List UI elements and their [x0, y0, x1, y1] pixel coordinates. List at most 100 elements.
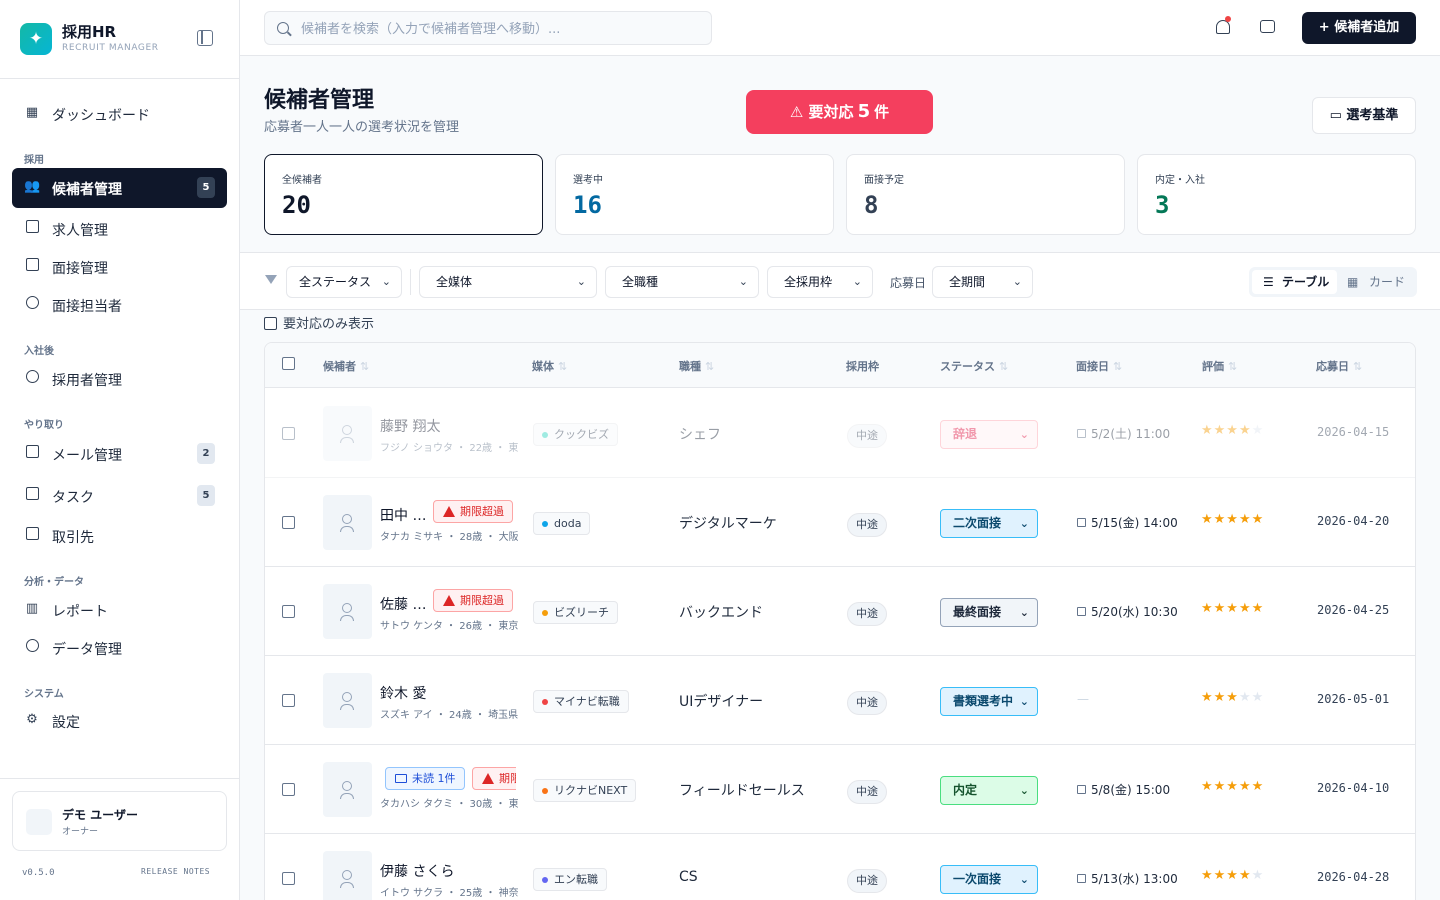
column-header-status[interactable]: ステータス ⇅ — [940, 358, 1008, 374]
job-filter[interactable]: 全職種 ⌄ — [605, 266, 759, 298]
status-select[interactable]: 辞退 ⌄ — [940, 420, 1038, 449]
sort-icon: ⇅ — [705, 360, 715, 373]
table-row[interactable]: 未読 1件 期限超過 タカハシ タクミ ・ 30歳 ・ 東京都 リクナビNEXT… — [265, 745, 1415, 834]
chevron-down-icon: ⌄ — [1019, 873, 1029, 886]
row-checkbox[interactable] — [282, 872, 295, 885]
date-filter[interactable]: 全期間 ⌄ — [932, 266, 1033, 298]
page-title: 候補者管理 — [264, 88, 375, 113]
sidebar-item-reports[interactable]: ▥ レポート — [12, 590, 227, 628]
message-icon[interactable] — [1260, 20, 1275, 33]
interview-date-value: 5/13(水) 13:00 — [1091, 872, 1178, 886]
stat-value: 8 — [864, 191, 879, 219]
sidebar-item-data[interactable]: データ管理 — [12, 628, 227, 666]
calendar-icon — [1077, 607, 1086, 616]
sidebar-toggle-icon[interactable] — [197, 30, 213, 46]
only-required-checkbox[interactable]: 要対応のみ表示 — [264, 313, 374, 332]
building-icon — [24, 527, 40, 543]
column-header-media[interactable]: 媒体 ⇅ — [532, 358, 567, 374]
stat-card-total[interactable]: 全候補者 20 — [264, 154, 543, 235]
rating-stars: ★★★★★ — [1201, 868, 1264, 883]
overdue-badge: 期限超過 — [433, 500, 513, 523]
row-checkbox[interactable] — [282, 605, 295, 618]
stat-card-offer[interactable]: 内定・入社 3 — [1137, 154, 1416, 235]
search-input[interactable] — [301, 19, 701, 39]
status-select[interactable]: 最終面接 ⌄ — [940, 598, 1038, 627]
candidate-name[interactable]: 藤野 翔太 — [380, 416, 440, 436]
media-filter[interactable]: 全媒体 ⌄ — [419, 266, 597, 298]
table-row[interactable]: 伊藤 さくら イトウ サクラ ・ 25歳 ・ 神奈川県 エン転職 CS 中途 一… — [265, 834, 1415, 900]
stat-card-in-progress[interactable]: 選考中 16 — [555, 154, 834, 235]
rating-stars: ★★★★★ — [1201, 512, 1264, 527]
media-dot — [542, 788, 548, 794]
media-label: リクナビNEXT — [554, 784, 628, 797]
table-view-button[interactable]: ☰ テーブル — [1252, 270, 1337, 294]
status-select[interactable]: 内定 ⌄ — [940, 776, 1038, 805]
sidebar-item-label: データ管理 — [52, 642, 122, 658]
checkbox[interactable] — [264, 317, 277, 330]
candidate-meta: フジノ ショウタ ・ 22歳 ・ 東京都 — [380, 443, 518, 454]
card-view-button[interactable]: ▦ カード — [1339, 270, 1414, 294]
interview-date-value: 5/8(金) 15:00 — [1091, 783, 1171, 797]
rating-stars: ★★★★★ — [1201, 601, 1264, 616]
avatar — [323, 762, 372, 817]
action-required-button[interactable]: ⚠ 要対応 5 件 — [746, 90, 933, 134]
status-select[interactable]: 二次面接 ⌄ — [940, 509, 1038, 538]
criteria-button[interactable]: ▭ 選考基準 — [1312, 97, 1416, 134]
candidate-name[interactable]: 田中 … — [380, 505, 426, 525]
row-checkbox[interactable] — [282, 694, 295, 707]
job-title: シェフ — [679, 427, 721, 443]
sidebar-item-hires[interactable]: 採用者管理 — [12, 359, 227, 397]
status-select[interactable]: 書類選考中 ⌄ — [940, 687, 1038, 716]
status-filter[interactable]: 全ステータス ⌄ — [286, 266, 402, 298]
add-candidate-button[interactable]: + 候補者追加 — [1302, 12, 1416, 44]
candidate-name[interactable]: 鈴木 愛 — [380, 683, 426, 703]
media-dot — [542, 610, 548, 616]
column-header-candidate[interactable]: 候補者 ⇅ — [323, 358, 369, 374]
sidebar-item-candidates[interactable]: 👥 候補者管理 5 — [12, 168, 227, 208]
column-header-applied[interactable]: 応募日 ⇅ — [1316, 358, 1362, 374]
chevron-down-icon: ⌄ — [852, 275, 862, 288]
chevron-down-icon: ⌄ — [1019, 695, 1029, 708]
sidebar-item-dashboard[interactable]: ▦ ダッシュボード — [12, 94, 227, 132]
count-badge: 5 — [197, 485, 215, 506]
count-badge: 2 — [197, 443, 215, 464]
sidebar-item-label: 取引先 — [52, 530, 94, 546]
sidebar-item-mail[interactable]: メール管理 2 — [12, 434, 227, 472]
frame-filter[interactable]: 全採用枠 ⌄ — [767, 266, 873, 298]
row-checkbox[interactable] — [282, 516, 295, 529]
sidebar-item-interviewers[interactable]: 面接担当者 — [12, 285, 227, 323]
media-dot — [542, 699, 548, 705]
grid-icon: ▦ — [25, 105, 39, 120]
sidebar-item-jobs[interactable]: 求人管理 — [12, 209, 227, 247]
bell-icon[interactable] — [1216, 16, 1231, 34]
candidate-name[interactable]: 佐藤 … — [380, 594, 426, 614]
release-notes-link[interactable]: RELEASE NOTES — [141, 867, 210, 876]
user-menu[interactable]: デモ ユーザー オーナー — [12, 791, 227, 851]
sidebar-item-settings[interactable]: ⚙ 設定 — [12, 701, 227, 739]
sort-icon: ⇅ — [558, 360, 568, 373]
sidebar-item-clients[interactable]: 取引先 — [12, 516, 227, 554]
table-row[interactable]: 田中 … 期限超過 タナカ ミサキ ・ 28歳 ・ 大阪府 doda デジタルマ… — [265, 478, 1415, 567]
status-select[interactable]: 一次面接 ⌄ — [940, 865, 1038, 894]
table-row[interactable]: 佐藤 … 期限超過 サトウ ケンタ ・ 26歳 ・ 東京都 ビズリーチ バックエ… — [265, 567, 1415, 656]
interview-date: 5/20(水) 10:30 — [1077, 603, 1178, 620]
candidate-name[interactable]: 伊藤 さくら — [380, 861, 454, 881]
select-all-checkbox[interactable] — [282, 357, 295, 370]
sidebar-item-interviews[interactable]: 面接管理 — [12, 247, 227, 285]
divider — [410, 269, 411, 295]
badge-label: 期限超過 — [460, 505, 504, 518]
column-header-job[interactable]: 職種 ⇅ — [679, 358, 714, 374]
table-row[interactable]: 藤野 翔太 フジノ ショウタ ・ 22歳 ・ 東京都 クックビズ シェフ 中途 … — [265, 389, 1415, 478]
column-header-rating[interactable]: 評価 ⇅ — [1202, 358, 1237, 374]
row-checkbox[interactable] — [282, 783, 295, 796]
table-row[interactable]: 鈴木 愛 スズキ アイ ・ 24歳 ・ 埼玉県 マイナビ転職 UIデザイナー 中… — [265, 656, 1415, 745]
calendar-icon — [1077, 874, 1086, 883]
stat-card-interview[interactable]: 面接予定 8 — [846, 154, 1125, 235]
search-box[interactable] — [264, 11, 712, 45]
interview-date: 5/13(水) 13:00 — [1077, 870, 1178, 887]
unread-badge[interactable]: 未読 1件 — [385, 767, 465, 790]
sidebar-item-tasks[interactable]: タスク 5 — [12, 476, 227, 514]
candidates-table: 候補者 ⇅ 媒体 ⇅ 職種 ⇅ 採用枠 ステータス ⇅ 面接日 ⇅ 評価 ⇅ 応募日 ⇅ 藤野… — [264, 342, 1416, 900]
row-checkbox[interactable] — [282, 427, 295, 440]
column-header-interview[interactable]: 面接日 ⇅ — [1076, 358, 1122, 374]
